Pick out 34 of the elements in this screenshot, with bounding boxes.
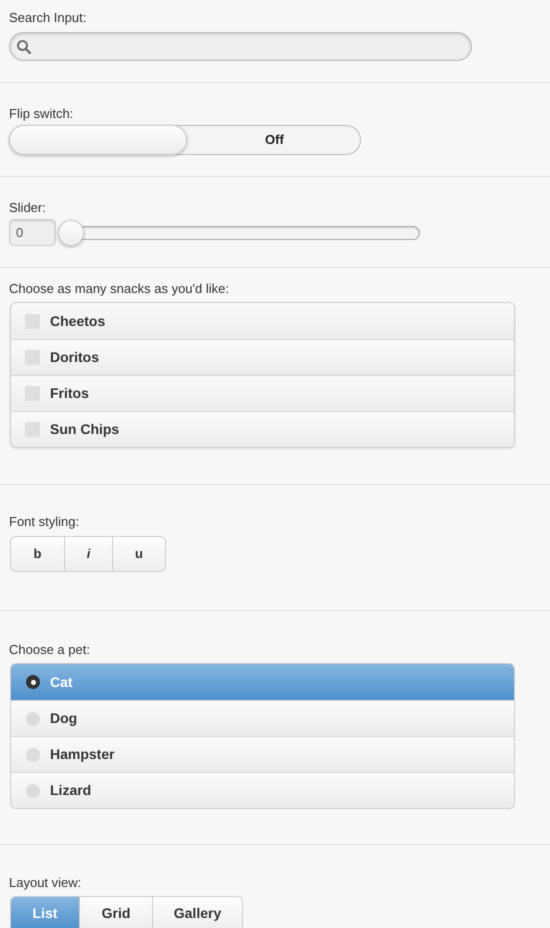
radio-option[interactable]: Hampster (11, 736, 514, 772)
switch-text: Off (265, 131, 284, 149)
checkbox-option[interactable]: Cheetos (11, 303, 514, 339)
slider-value-field[interactable]: 0 (9, 219, 56, 246)
checkbox-icon (25, 350, 40, 365)
font-style-button[interactable]: u (112, 537, 165, 571)
field-label: Choose as many snacks as you'd like: (9, 280, 230, 297)
radio-option[interactable]: Lizard (11, 772, 514, 808)
flip-switch[interactable]: Off (9, 125, 361, 155)
radio-option[interactable]: Dog (11, 700, 514, 736)
layout-tab[interactable]: Grid (79, 897, 152, 928)
switch-thumb[interactable] (9, 125, 187, 155)
search-field[interactable] (9, 32, 472, 61)
font-style-button[interactable]: b (11, 537, 64, 571)
checkbox-option[interactable]: Sun Chips (11, 411, 514, 447)
radio-icon (26, 748, 40, 762)
layout-tab[interactable]: Gallery (152, 897, 242, 928)
checkbox-option[interactable]: Fritos (11, 375, 514, 411)
field-label: Slider: (9, 199, 47, 216)
radio-icon (26, 712, 40, 726)
checkbox-option[interactable]: Doritos (11, 339, 514, 375)
checkbox-icon (25, 386, 40, 401)
radio-icon (26, 675, 40, 689)
field-label: Search Input: (9, 9, 88, 26)
field-label: Flip switch: (9, 105, 74, 122)
field-label: Layout view: (9, 874, 82, 891)
field-label: Choose a pet: (9, 641, 91, 658)
radio-icon (26, 784, 40, 798)
checkbox-icon (25, 422, 40, 437)
checkbox-icon (25, 314, 40, 328)
font-style-button[interactable]: i (64, 537, 112, 571)
search-icon (16, 38, 32, 54)
slider-thumb[interactable] (58, 220, 84, 246)
field-label: Font styling: (9, 513, 80, 530)
